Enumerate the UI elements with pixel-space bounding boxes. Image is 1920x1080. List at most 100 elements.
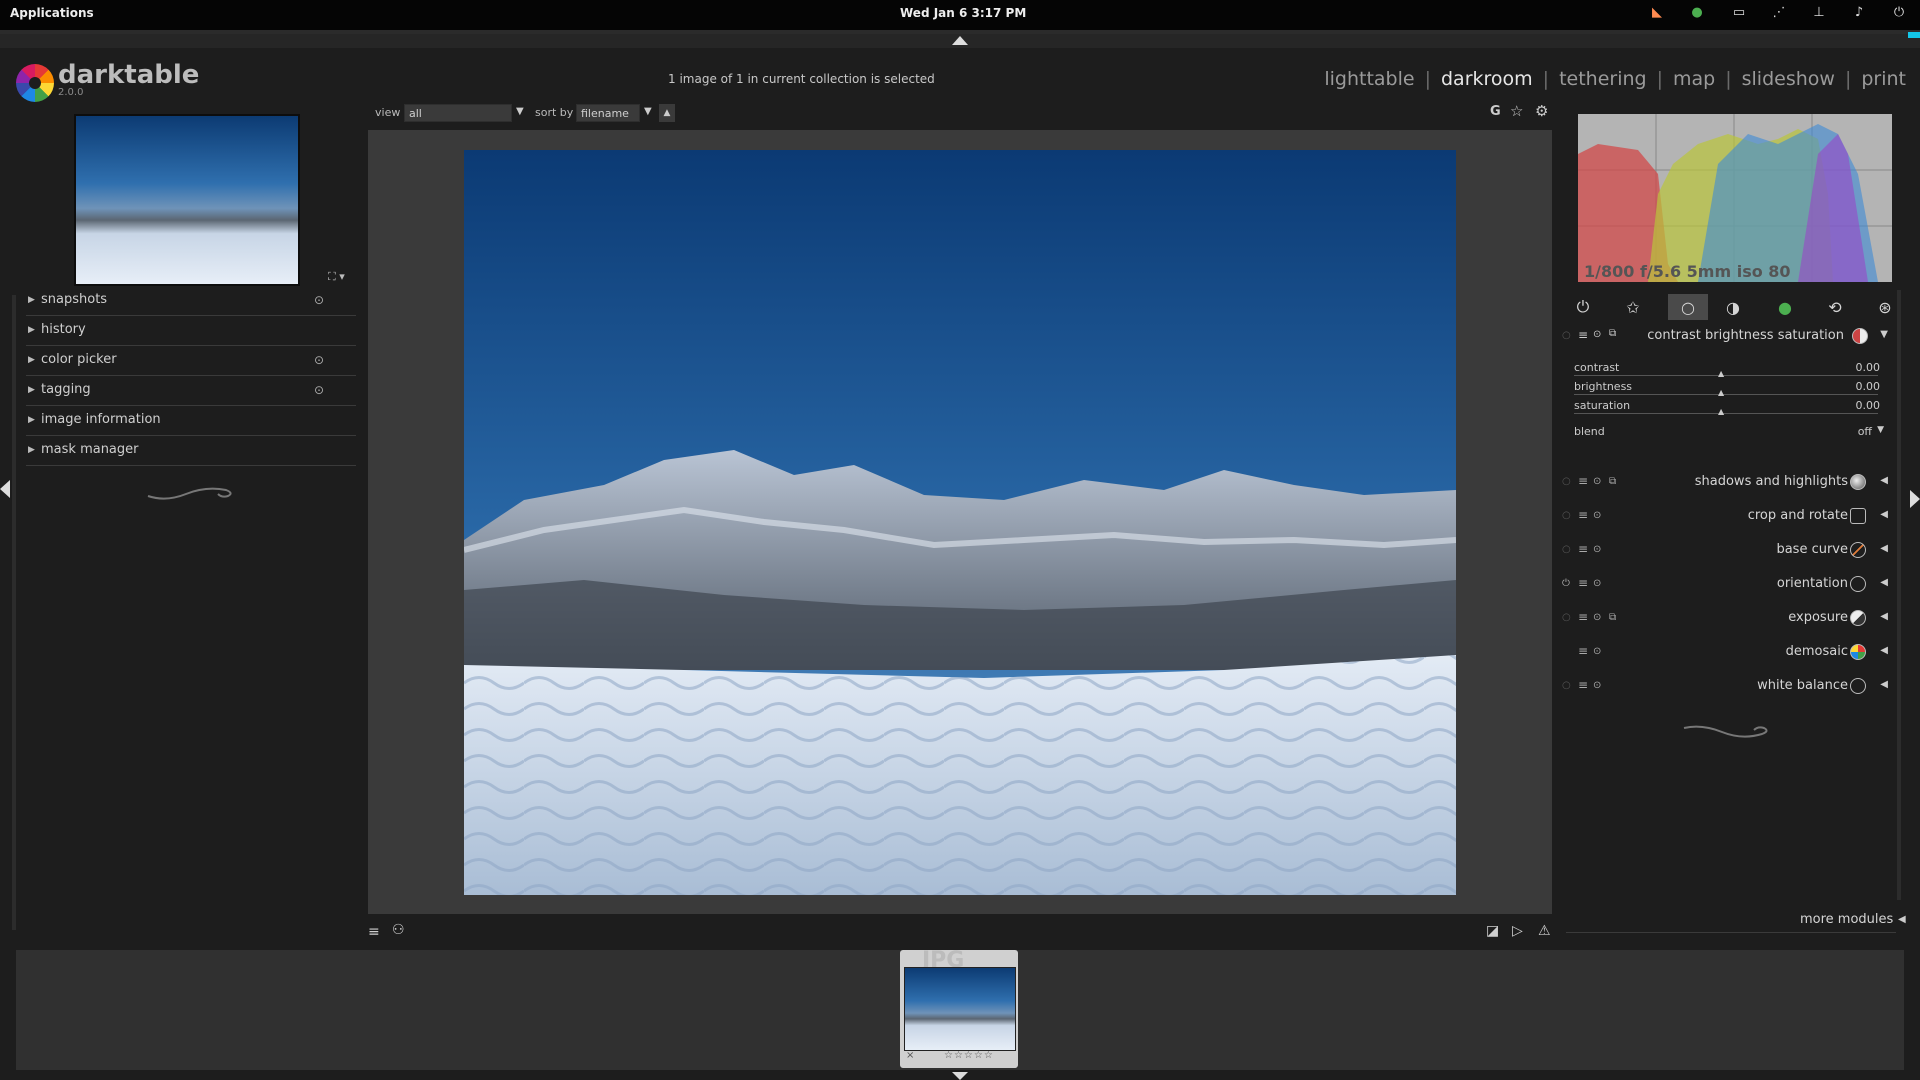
collapse-module-icon[interactable]: ▼ (1880, 329, 1888, 340)
module-menu-icon[interactable]: ≡ (1578, 644, 1588, 658)
view-lighttable[interactable]: lighttable (1324, 68, 1414, 90)
module-multi-instance-icon[interactable]: ⧉ (1609, 612, 1616, 623)
sort-order-button[interactable]: ▲ (659, 104, 675, 122)
module-menu-icon[interactable]: ≡ (1578, 576, 1588, 590)
module-power-icon[interactable]: ⏻ (1562, 578, 1570, 589)
chat-icon[interactable]: ● (1688, 4, 1706, 20)
module-crop-and-rotate[interactable]: ○ ≡ ⊙ crop and rotate ◀ (1560, 502, 1898, 532)
group-base-icon[interactable]: ○ (1668, 294, 1708, 320)
power-menu-icon[interactable]: ⏻ (1890, 4, 1908, 20)
group-correct-icon[interactable]: ⟲ (1820, 294, 1850, 320)
blend-dropdown-icon[interactable]: ▼ (1877, 425, 1884, 435)
module-menu-icon[interactable]: ≡ (1578, 508, 1588, 522)
module-menu-icon[interactable]: ≡ (1578, 678, 1588, 692)
module-history[interactable]: ▶ history (26, 317, 356, 346)
blend-mode-row[interactable]: blend off ▼ (1574, 424, 1896, 442)
collapse-bottom-arrow-icon[interactable] (952, 1072, 968, 1080)
module-white-balance[interactable]: ○ ≡ ⊙ white balance ◀ (1560, 672, 1898, 702)
expand-module-icon[interactable]: ◀ (1880, 543, 1888, 554)
bell-icon[interactable]: ♪ (1850, 4, 1868, 20)
top-panel-toggle-bar[interactable] (0, 34, 1920, 48)
slider-value[interactable]: 0.00 (1856, 361, 1881, 374)
preset-icon[interactable]: ⊙ (314, 293, 324, 307)
module-power-icon[interactable]: ○ (1562, 612, 1571, 623)
slider-track[interactable] (1574, 394, 1878, 395)
module-snapshots[interactable]: ▶ snapshots ⊙ (26, 287, 356, 316)
module-demosaic[interactable]: ≡ ⊙ demosaic ◀ (1560, 638, 1898, 668)
group-favorites-icon[interactable]: ✩ (1618, 294, 1648, 320)
grouping-button[interactable]: G (1490, 104, 1501, 119)
navigation-preview[interactable] (74, 114, 300, 286)
view-filter-select[interactable]: all (404, 104, 512, 122)
module-reset-icon[interactable]: ⊙ (1593, 612, 1601, 623)
slider-track[interactable] (1574, 375, 1878, 376)
module-tagging[interactable]: ▶ tagging ⊙ (26, 377, 356, 406)
module-multi-instance-icon[interactable]: ⧉ (1609, 328, 1616, 339)
star-overlay-icon[interactable]: ☆ (1510, 102, 1523, 120)
module-menu-icon[interactable]: ≡ (1578, 474, 1588, 488)
view-tethering[interactable]: tethering (1559, 68, 1647, 90)
rating-stars[interactable]: ☆☆☆☆☆ (944, 1050, 994, 1061)
histogram[interactable] (1578, 114, 1892, 282)
sort-dropdown-icon[interactable]: ▼ (644, 106, 652, 117)
expand-module-icon[interactable]: ◀ (1880, 475, 1888, 486)
more-modules-arrow-icon[interactable]: ◀ (1898, 914, 1906, 925)
slider-handle-icon[interactable]: ▲ (1718, 407, 1724, 416)
module-power-icon[interactable]: ○ (1562, 510, 1571, 521)
system-clock[interactable]: Wed Jan 6 3:17 PM (900, 6, 1026, 20)
slider-saturation[interactable]: saturation 0.00 ▲ (1574, 398, 1896, 416)
sort-by-select[interactable]: filename (576, 104, 640, 122)
module-image-information[interactable]: ▶ image information (26, 407, 356, 436)
module-contrast-brightness-saturation[interactable]: ○ ≡ ⊙ ⧉ contrast brightness saturation ▼ (1560, 322, 1898, 354)
view-darkroom[interactable]: darkroom (1441, 68, 1533, 90)
module-shadows-and-highlights[interactable]: ○ ≡ ⊙ ⧉ shadows and highlights ◀ (1560, 468, 1898, 498)
group-color-icon[interactable]: ● (1770, 294, 1800, 320)
slider-handle-icon[interactable]: ▲ (1718, 369, 1724, 378)
module-reset-icon[interactable]: ⊙ (1593, 578, 1601, 589)
devices-icon[interactable]: ⊥ (1810, 4, 1828, 20)
module-mask-manager[interactable]: ▶ mask manager (26, 437, 356, 466)
group-effect-icon[interactable]: ⊛ (1870, 294, 1900, 320)
module-reset-icon[interactable]: ⊙ (1593, 544, 1601, 555)
module-color-picker[interactable]: ▶ color picker ⊙ (26, 347, 356, 376)
module-menu-icon[interactable]: ≡ (1578, 610, 1588, 624)
module-reset-icon[interactable]: ⊙ (1593, 510, 1601, 521)
notification-icon[interactable]: ◣ (1648, 4, 1666, 20)
preferences-gear-icon[interactable]: ⚙ (1535, 102, 1548, 120)
preset-icon[interactable]: ⊙ (314, 383, 324, 397)
module-reset-icon[interactable]: ⊙ (1593, 476, 1601, 487)
module-power-icon[interactable]: ○ (1562, 544, 1571, 555)
edited-photo[interactable] (464, 150, 1456, 895)
slider-handle-icon[interactable]: ▲ (1718, 388, 1724, 397)
left-panel-scrollbar[interactable] (12, 295, 16, 930)
overexposed-warning-icon[interactable]: ⚠ (1538, 923, 1551, 939)
expand-module-icon[interactable]: ◀ (1880, 679, 1888, 690)
module-orientation[interactable]: ⏻ ≡ ⊙ orientation ◀ (1560, 570, 1898, 600)
network-icon[interactable]: ⋰ (1770, 4, 1788, 20)
expand-module-icon[interactable]: ◀ (1880, 611, 1888, 622)
module-menu-icon[interactable]: ≡ (1578, 328, 1588, 342)
group-power-icon[interactable]: ⏻ (1568, 294, 1598, 320)
module-reset-icon[interactable]: ⊙ (1593, 680, 1601, 691)
collapse-right-arrow-icon[interactable] (1910, 490, 1920, 508)
module-menu-icon[interactable]: ≡ (1578, 542, 1588, 556)
expand-module-icon[interactable]: ◀ (1880, 509, 1888, 520)
slider-contrast[interactable]: contrast 0.00 ▲ (1574, 360, 1896, 378)
module-multi-instance-icon[interactable]: ⧉ (1609, 476, 1616, 487)
view-filter-dropdown-icon[interactable]: ▼ (516, 106, 524, 117)
right-panel-scrollbar[interactable] (1897, 290, 1901, 900)
zoom-fit-icon[interactable]: ⛶ ▾ (328, 270, 345, 284)
group-tone-icon[interactable]: ◑ (1718, 294, 1748, 320)
more-modules-button[interactable]: more modules (1800, 912, 1893, 927)
slider-value[interactable]: 0.00 (1856, 380, 1881, 393)
view-print[interactable]: print (1861, 68, 1906, 90)
gamut-check-icon[interactable]: ▷ (1512, 923, 1523, 939)
module-base-curve[interactable]: ○ ≡ ⊙ base curve ◀ (1560, 536, 1898, 566)
applications-menu[interactable]: Applications (10, 6, 94, 20)
blend-value[interactable]: off (1858, 425, 1872, 438)
view-map[interactable]: map (1673, 68, 1715, 90)
slider-brightness[interactable]: brightness 0.00 ▲ (1574, 379, 1896, 397)
slider-track[interactable] (1574, 413, 1878, 414)
filmstrip-image[interactable] (904, 967, 1016, 1051)
expand-module-icon[interactable]: ◀ (1880, 645, 1888, 656)
